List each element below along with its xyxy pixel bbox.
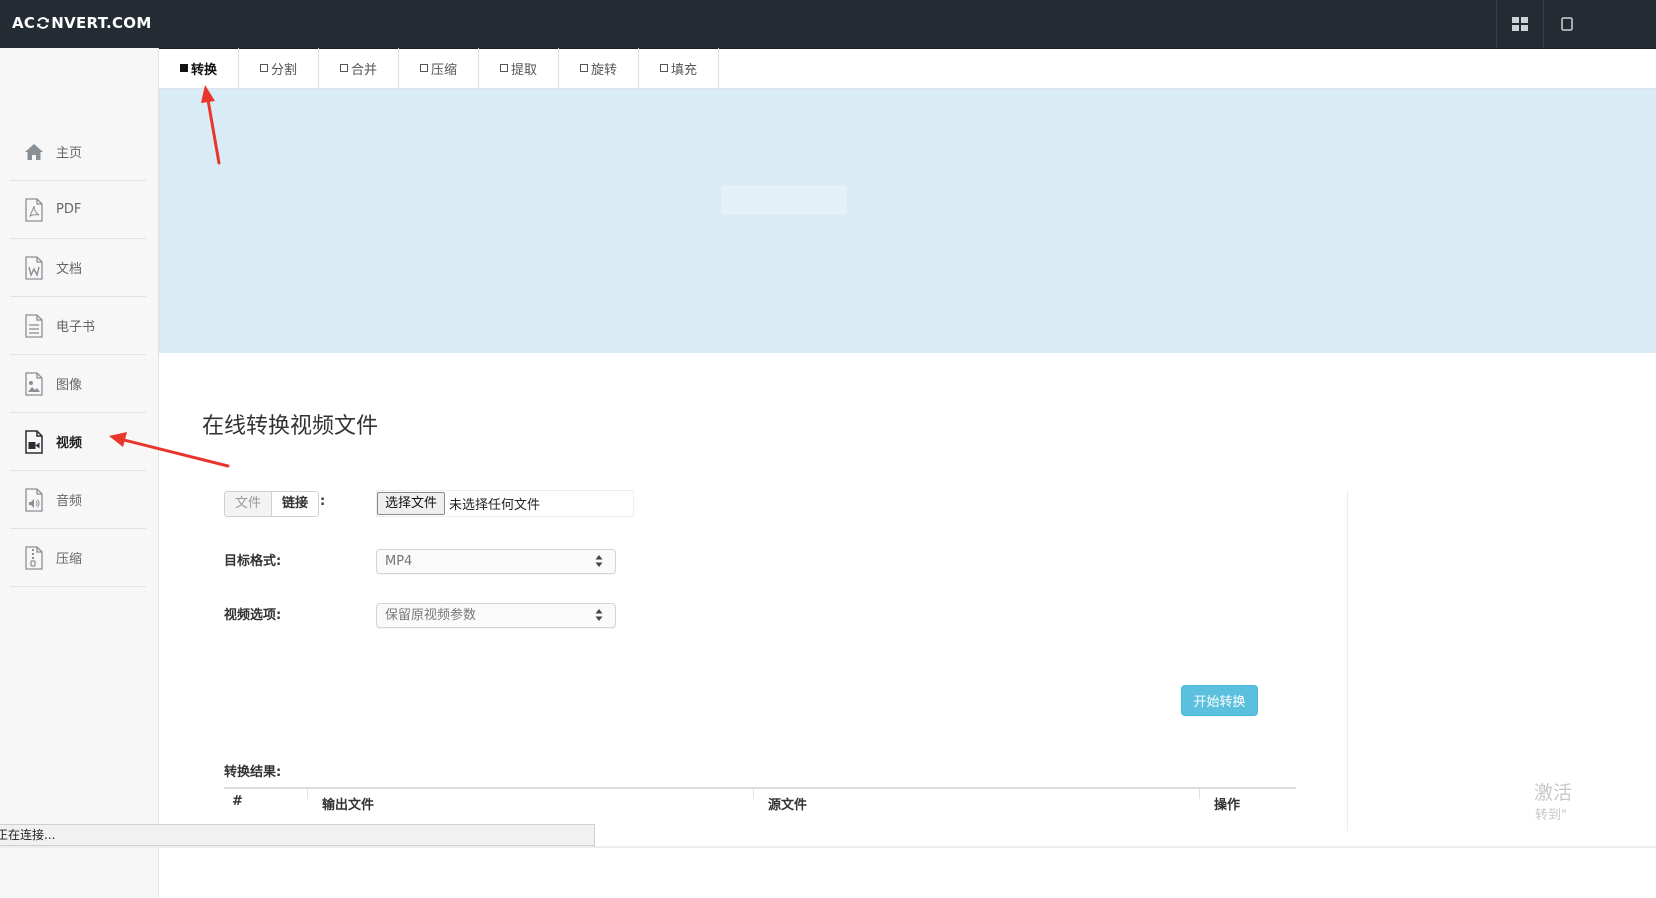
checkbox-empty-icon <box>499 64 508 72</box>
word-file-icon <box>23 255 45 280</box>
sidebar-item-label: 图像 <box>56 378 83 393</box>
bottom-edge <box>0 846 1656 848</box>
video-options-value: 保留原视频参数 <box>385 608 477 623</box>
select-arrows-icon <box>595 609 603 621</box>
sidebar-item-label: 视频 <box>56 436 83 451</box>
window-button[interactable] <box>1543 0 1590 48</box>
checkbox-empty-icon <box>259 64 268 72</box>
top-navbar: AC NVERT.COM <box>0 0 1656 49</box>
sidebar-item-document[interactable]: 文档 <box>10 239 146 297</box>
column-header-index: # <box>232 794 243 809</box>
tab-split[interactable]: 分割 <box>239 48 319 88</box>
sidebar-item-label: 压缩 <box>56 552 83 567</box>
refresh-logo-icon <box>37 17 50 29</box>
grid-icon <box>1512 17 1528 31</box>
column-header-output: 输出文件 <box>322 798 375 813</box>
sidebar-item-pdf[interactable]: PDF <box>10 181 146 239</box>
column-separator <box>307 789 308 799</box>
checkbox-empty-icon <box>339 64 348 72</box>
sidebar-item-label: 文档 <box>56 262 83 277</box>
video-options-select[interactable]: 保留原视频参数 <box>376 603 616 628</box>
select-arrows-icon <box>595 555 603 567</box>
image-file-icon <box>23 371 45 396</box>
site-logo[interactable]: AC NVERT.COM <box>12 14 152 32</box>
tab-extract[interactable]: 提取 <box>479 48 559 88</box>
sidebar-item-video[interactable]: 视频 <box>10 413 146 471</box>
video-options-label: 视频选项: <box>224 608 282 623</box>
sidebar-item-image[interactable]: 图像 <box>10 355 146 413</box>
logo-text-left: AC <box>12 14 36 32</box>
audio-file-icon <box>23 487 45 512</box>
toggle-colon: : <box>320 494 326 509</box>
tab-label: 填充 <box>670 62 697 78</box>
sidebar-item-audio[interactable]: 音频 <box>10 471 146 529</box>
tab-convert[interactable]: 转换 <box>159 48 239 88</box>
choose-file-button[interactable]: 选择文件 <box>377 492 446 515</box>
tab-label: 提取 <box>510 62 537 78</box>
status-text: 正在连接... <box>0 828 56 842</box>
tab-label: 分割 <box>270 62 297 78</box>
tab-merge[interactable]: 合并 <box>319 48 399 88</box>
target-format-select[interactable]: MP4 <box>376 549 616 574</box>
logo-text-right: NVERT.COM <box>51 14 152 32</box>
results-table-header-line <box>224 787 1296 789</box>
tab-label: 压缩 <box>430 62 457 78</box>
checkbox-empty-icon <box>659 64 668 72</box>
sidebar-item-label: 音频 <box>56 494 83 509</box>
tab-fill[interactable]: 填充 <box>639 48 719 88</box>
sidebar-item-label: 电子书 <box>56 320 96 335</box>
activation-watermark-line1: 激活 <box>1534 782 1573 804</box>
sidebar-item-label: PDF <box>56 202 82 217</box>
pdf-file-icon <box>23 197 45 222</box>
toggle-link[interactable]: 链接 <box>272 492 319 516</box>
sidebar-item-archive[interactable]: 压缩 <box>10 529 146 587</box>
apps-grid-button[interactable] <box>1496 0 1543 48</box>
archive-file-icon <box>23 545 45 570</box>
column-header-action: 操作 <box>1214 798 1241 813</box>
ebook-file-icon <box>23 313 45 338</box>
source-type-toggle: 文件 链接 <box>224 491 320 517</box>
start-convert-button[interactable]: 开始转换 <box>1181 685 1258 716</box>
checkbox-empty-icon <box>419 64 428 72</box>
tab-compress[interactable]: 压缩 <box>399 48 479 88</box>
operation-tabs: 转换 分割 合并 压缩 提取 旋转 填充 <box>159 48 719 88</box>
sidebar-item-ebook[interactable]: 电子书 <box>10 297 146 355</box>
home-icon <box>23 140 45 164</box>
sidebar: 主页 PDF 文档 电子书 图像 视频 音频 压缩 <box>0 48 159 898</box>
tab-label: 转换 <box>190 62 217 78</box>
sidebar-item-home[interactable]: 主页 <box>10 123 146 181</box>
file-input[interactable]: 选择文件 未选择任何文件 <box>376 490 634 517</box>
activation-watermark-line2: 转到" <box>1535 808 1567 823</box>
target-format-value: MP4 <box>385 554 413 569</box>
column-header-source: 源文件 <box>768 798 808 813</box>
ad-banner <box>159 89 1656 353</box>
checkbox-empty-icon <box>579 64 588 72</box>
results-label: 转换结果: <box>224 765 282 780</box>
video-file-icon <box>23 429 45 454</box>
target-format-label: 目标格式: <box>224 554 282 569</box>
banner-placeholder <box>721 185 847 215</box>
sidebar-item-label: 主页 <box>56 146 83 161</box>
tab-label: 合并 <box>350 62 377 78</box>
window-icon <box>1561 17 1573 31</box>
column-separator <box>753 789 754 799</box>
tab-rotate[interactable]: 旋转 <box>559 48 639 88</box>
content-divider <box>1347 491 1348 831</box>
browser-status-bar: 正在连接... <box>0 824 595 846</box>
page-title: 在线转换视频文件 <box>202 414 379 439</box>
tab-label: 旋转 <box>590 62 617 78</box>
toggle-file[interactable]: 文件 <box>225 492 273 516</box>
column-separator <box>1199 789 1200 799</box>
file-status-text: 未选择任何文件 <box>449 498 541 513</box>
checkbox-checked-icon <box>179 64 188 72</box>
